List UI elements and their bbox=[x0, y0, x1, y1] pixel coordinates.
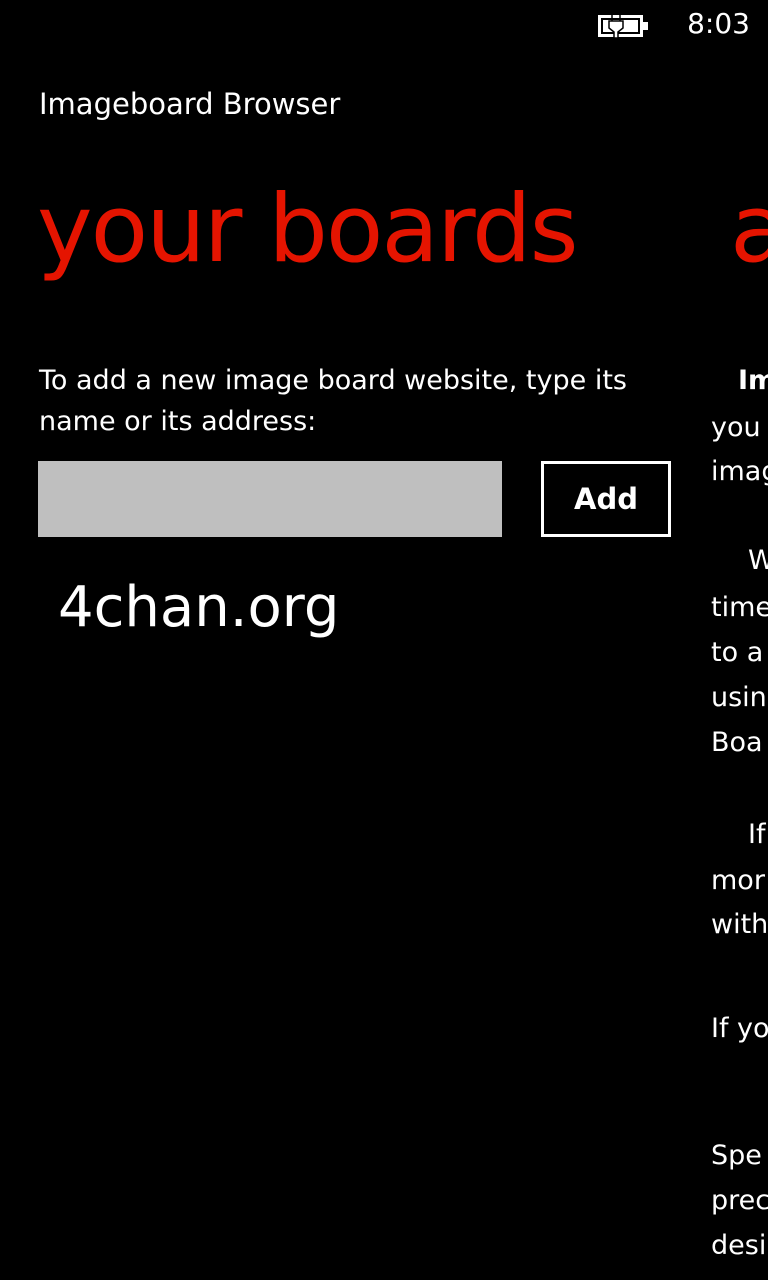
pivot-header-your-boards[interactable]: your boards bbox=[37, 170, 579, 290]
board-list-item-4chan[interactable]: 4chan.org bbox=[58, 570, 658, 646]
about-text-line: If yo bbox=[711, 1013, 768, 1044]
about-text-line: Im bbox=[738, 365, 768, 396]
about-text-line: desi bbox=[711, 1230, 767, 1261]
add-board-instruction: To add a new image board website, type i… bbox=[39, 365, 627, 437]
about-text-line: time bbox=[711, 592, 768, 623]
board-address-input[interactable] bbox=[38, 461, 502, 537]
about-text-line: W bbox=[748, 545, 768, 576]
about-text-line: Boa bbox=[711, 727, 763, 758]
about-text-line: you bbox=[711, 412, 761, 443]
about-text-line: Spe bbox=[711, 1140, 762, 1171]
about-text-line: prec bbox=[711, 1185, 768, 1216]
about-text-line: mor bbox=[711, 865, 765, 896]
board-list: 4chan.org bbox=[58, 570, 658, 646]
about-text-line: usin bbox=[711, 682, 767, 713]
about-text-line: imag bbox=[711, 456, 768, 487]
about-panel-peek: Im you imag W time to a usin Boa If mor … bbox=[711, 360, 768, 1280]
pivot-header-next[interactable]: a bbox=[730, 170, 768, 290]
about-text-line: to a bbox=[711, 637, 764, 668]
about-text-line: with bbox=[711, 909, 768, 940]
status-clock: 8:03 bbox=[687, 7, 750, 40]
status-bar: 8:03 bbox=[0, 0, 768, 50]
about-text-line: If bbox=[748, 819, 766, 850]
app-title: Imageboard Browser bbox=[39, 87, 341, 121]
battery-charging-icon bbox=[598, 14, 648, 39]
pivot-header: your boards a bbox=[0, 170, 768, 300]
add-board-button[interactable]: Add bbox=[541, 461, 671, 537]
